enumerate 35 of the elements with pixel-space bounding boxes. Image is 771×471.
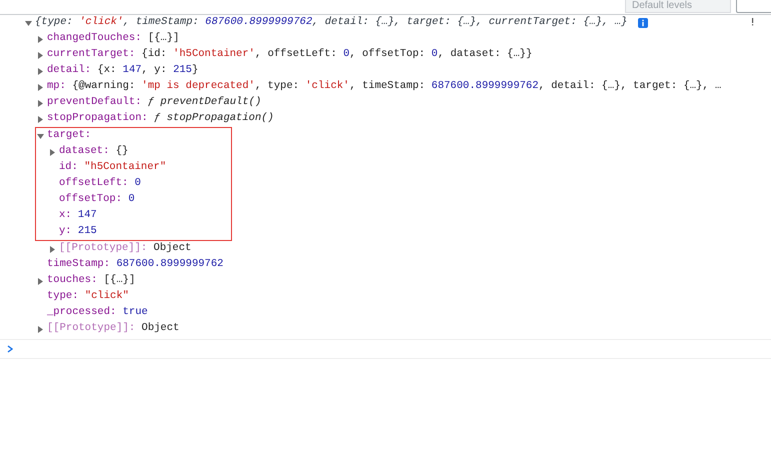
issues-button[interactable]: [736, 0, 771, 13]
property-line: type: "click": [47, 289, 129, 304]
property-line[interactable]: target:: [47, 128, 92, 144]
collapsed-arrow-icon[interactable]: [37, 278, 44, 284]
property-line[interactable]: mp: {@warning: 'mp is deprecated', type: 'click', timeStamp: 687600.8999999762, detail: {…}, target: {…}, …: [47, 79, 722, 95]
property-line: y: 215: [59, 224, 97, 240]
property-line[interactable]: detail: {x: 147, y: 215}: [47, 63, 198, 79]
prompt-chevron-icon: [7, 345, 13, 353]
property-line[interactable]: stopPropagation: ƒ stopPropagation(): [47, 111, 274, 127]
expanded-arrow-icon[interactable]: [37, 132, 44, 140]
property-line[interactable]: [[Prototype]]: Object: [47, 321, 180, 337]
collapsed-arrow-icon[interactable]: [37, 326, 44, 332]
property-line: x: 147: [59, 208, 97, 224]
property-line[interactable]: [[Prototype]]: Object: [59, 241, 192, 257]
property-line: offsetTop: 0: [59, 192, 135, 208]
property-line[interactable]: dataset: {}: [59, 144, 128, 160]
collapsed-arrow-icon[interactable]: [37, 36, 44, 42]
collapsed-arrow-icon[interactable]: [37, 68, 44, 74]
collapsed-arrow-icon[interactable]: [49, 246, 56, 252]
property-line: timeStamp: 687600.8999999762: [47, 257, 224, 272]
property-line: _processed: true: [47, 305, 148, 320]
property-line: offsetLeft: 0: [59, 176, 141, 192]
property-line: id: "h5Container": [59, 160, 166, 176]
collapsed-arrow-icon[interactable]: [37, 84, 44, 90]
property-line[interactable]: touches: [{…}]: [47, 273, 136, 289]
property-line[interactable]: preventDefault: ƒ preventDefault(): [47, 95, 262, 111]
object-summary: {type: 'click', timeStamp: 687600.8999999762, detail: {…}, target: {…}, currentTarget: {…}, …}: [35, 15, 628, 30]
property-line[interactable]: currentTarget: {id: 'h5Container', offsetLeft: 0, offsetTop: 0, dataset: {…}}: [47, 47, 532, 63]
expanded-arrow-icon[interactable]: [25, 20, 32, 26]
property-line[interactable]: changedTouches: [{…}]: [47, 31, 180, 47]
collapsed-arrow-icon[interactable]: [37, 100, 44, 106]
collapsed-arrow-icon[interactable]: [37, 116, 44, 122]
collapsed-arrow-icon[interactable]: [37, 52, 44, 58]
info-icon[interactable]: [638, 18, 648, 28]
collapsed-arrow-icon[interactable]: [49, 148, 56, 156]
